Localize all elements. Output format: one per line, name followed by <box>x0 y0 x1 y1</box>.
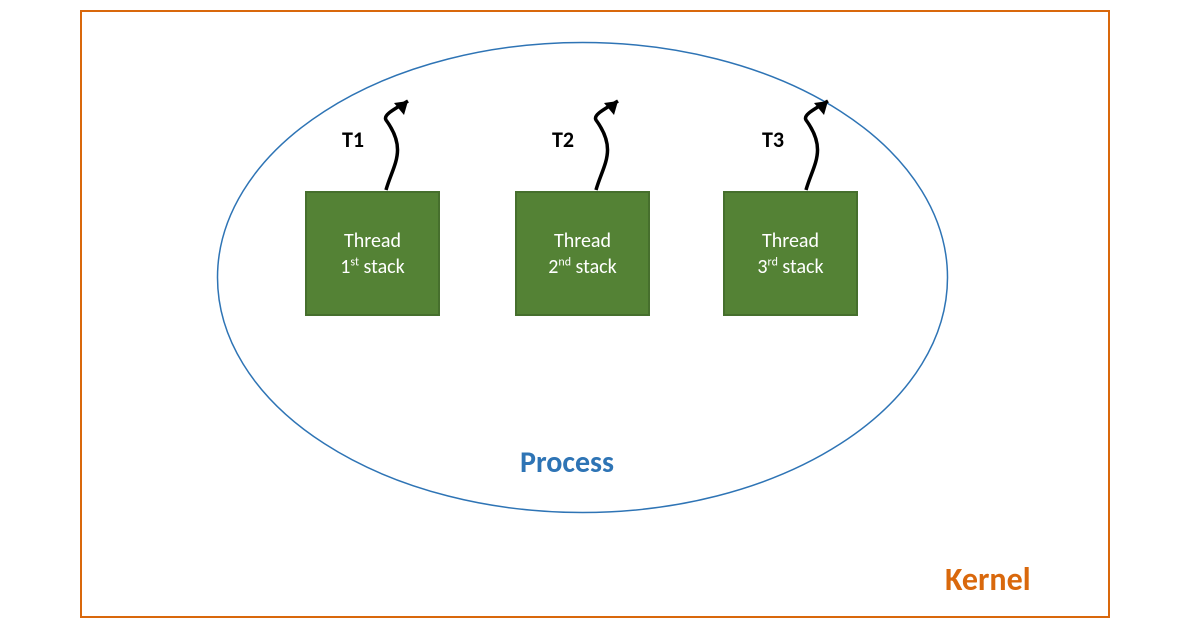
thread-tag-3: T3 <box>762 126 784 153</box>
thread-box-1-line2: 1st stack <box>340 254 404 280</box>
kernel-label: Kernel <box>945 560 1031 599</box>
thread-box-2-line1: Thread <box>554 228 611 254</box>
thread-tag-2: T2 <box>552 126 574 153</box>
thread-arrow-1 <box>378 95 448 195</box>
thread-box-1: Thread 1st stack <box>305 191 440 316</box>
thread-box-3: Thread 3rd stack <box>723 191 858 316</box>
thread-box-3-line1: Thread <box>762 228 819 254</box>
thread-box-2: Thread 2nd stack <box>515 191 650 316</box>
process-label: Process <box>520 444 614 481</box>
thread-arrow-2 <box>588 95 658 195</box>
thread-box-1-line1: Thread <box>344 228 401 254</box>
thread-tag-1: T1 <box>342 126 364 153</box>
thread-box-2-line2: 2nd stack <box>548 254 616 280</box>
thread-arrow-3 <box>798 95 868 195</box>
thread-box-3-line2: 3rd stack <box>757 254 823 280</box>
